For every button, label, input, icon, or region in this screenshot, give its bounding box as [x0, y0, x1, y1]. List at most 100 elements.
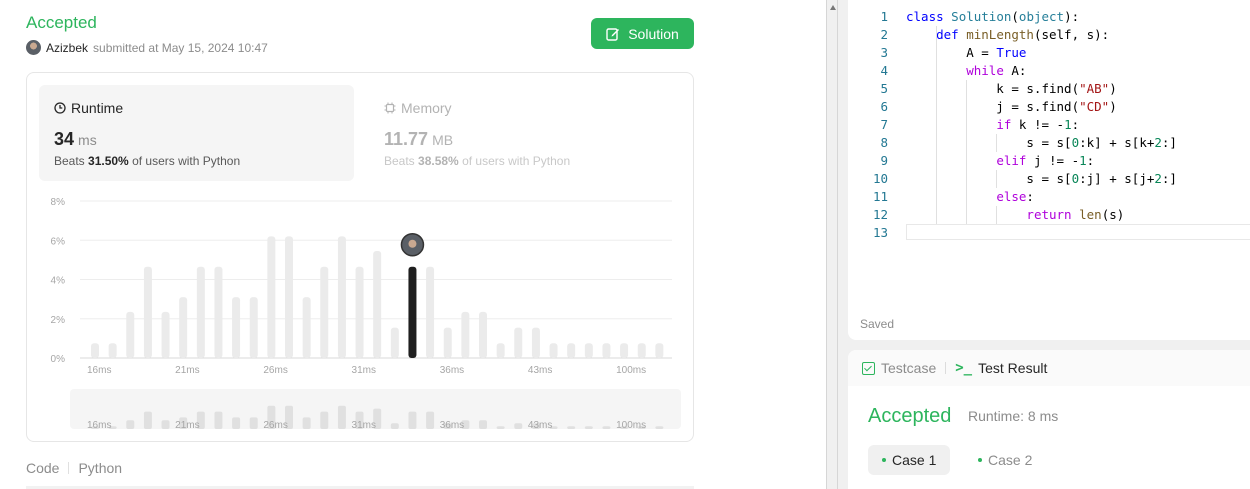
- pass-dot-icon: [882, 458, 886, 462]
- case-1-button[interactable]: Case 1: [868, 445, 951, 475]
- terminal-icon: >_: [955, 360, 973, 376]
- line-number: 2: [880, 27, 888, 42]
- result-runtime: Runtime: 8 ms: [968, 408, 1059, 424]
- mini-bar: [337, 405, 346, 429]
- mini-bar: [602, 426, 611, 429]
- chart-bar: [496, 343, 505, 358]
- chart-bar: [620, 343, 629, 358]
- chart-bar: [531, 327, 540, 358]
- x-tick-label: 43ms: [528, 365, 552, 376]
- line-number: 3: [880, 45, 888, 60]
- tab-test-result[interactable]: >_ Test Result: [955, 360, 1047, 376]
- line-text: A = True: [906, 45, 1027, 60]
- chart-bar: [196, 266, 205, 358]
- line-number: 7: [880, 117, 888, 132]
- indent-guide: [936, 26, 937, 224]
- solution-button-label: Solution: [628, 25, 679, 42]
- line-number: 9: [880, 153, 888, 168]
- chart-bar: [161, 311, 170, 358]
- x-tick-label: 31ms: [352, 365, 376, 376]
- code-tabs: Code Python: [26, 460, 122, 476]
- mini-bar: [390, 423, 399, 429]
- mini-x-tick-label: 16ms: [87, 420, 111, 431]
- mini-bar: [655, 426, 664, 429]
- chart-bar: [214, 266, 223, 358]
- chart-bar: [514, 327, 523, 358]
- tab-python[interactable]: Python: [78, 460, 122, 476]
- y-tick-label: 4%: [51, 276, 66, 287]
- result-status: Accepted: [868, 405, 952, 427]
- tab-separator: [945, 362, 947, 374]
- mini-bar: [320, 411, 329, 429]
- chart-bar: [637, 343, 646, 358]
- performance-card: Runtime 34 ms Beats 31.50% of users with …: [26, 72, 694, 442]
- x-tick-label: 21ms: [175, 365, 199, 376]
- line-text: else:: [996, 189, 1034, 204]
- y-tick-label: 0%: [51, 354, 66, 365]
- line-text: s = s[0:j] + s[j+2:]: [906, 171, 1177, 186]
- line-text: j = s.find("CD"): [906, 99, 1117, 114]
- solution-button[interactable]: Solution: [591, 18, 694, 49]
- submission-status: Accepted: [26, 13, 97, 32]
- case-2-label: Case 2: [988, 452, 1033, 468]
- tab-test-result-label: Test Result: [978, 360, 1048, 376]
- panel-resize-handle[interactable]: [826, 0, 838, 489]
- chart-bar: [373, 251, 382, 358]
- x-tick-label: 36ms: [440, 365, 464, 376]
- chart-bar: [143, 266, 152, 358]
- tab-code[interactable]: Code: [26, 460, 59, 476]
- mini-x-tick-label: 100ms: [616, 420, 646, 431]
- chart-bar: [355, 266, 364, 358]
- chart-bar: [126, 311, 135, 358]
- y-tick-label: 2%: [51, 315, 66, 326]
- line-number: 5: [880, 81, 888, 96]
- mini-bar: [567, 426, 576, 429]
- test-result-panel: Testcase >_ Test Result Accepted Runtime:…: [848, 350, 1250, 489]
- x-tick-label: 26ms: [263, 365, 287, 376]
- chart-bar: [567, 343, 576, 358]
- submitted-time: submitted at May 15, 2024 10:47: [93, 40, 268, 55]
- result-tabs: Testcase >_ Test Result: [848, 350, 1250, 386]
- chart-bar: [320, 266, 329, 358]
- line-number: 1: [880, 9, 888, 24]
- submitter-info: Azizbek submitted at May 15, 2024 10:47: [26, 40, 268, 55]
- chart-bar: [461, 311, 470, 358]
- highlighted-bar: [408, 266, 417, 358]
- indent-guide: [996, 206, 997, 224]
- chart-bar: [426, 266, 435, 358]
- chart-bar: [655, 343, 664, 358]
- code-editor[interactable]: 1 class Solution(object): 2 def minLength(…: [848, 0, 1250, 340]
- chart-bar: [390, 327, 399, 358]
- line-number: 6: [880, 99, 888, 114]
- line-text: class Solution(object):: [906, 9, 1080, 24]
- case-1-label: Case 1: [892, 452, 937, 468]
- mini-bar: [496, 426, 505, 429]
- mini-x-tick-label: 31ms: [352, 420, 376, 431]
- submission-panel: Accepted Azizbek submitted at May 15, 20…: [0, 0, 826, 489]
- current-line-highlight: [906, 224, 1250, 240]
- mini-bar: [408, 411, 417, 429]
- mini-bar: [514, 423, 523, 429]
- scroll-up-arrow-icon[interactable]: [830, 5, 836, 10]
- mini-x-tick-label: 36ms: [440, 420, 464, 431]
- indent-guide: [996, 134, 997, 152]
- line-text: s = s[0:k] + s[k+2:]: [906, 135, 1177, 150]
- tab-testcase[interactable]: Testcase: [862, 360, 936, 376]
- mini-bar: [214, 411, 223, 429]
- tab-testcase-label: Testcase: [881, 360, 937, 376]
- runtime-distribution-chart[interactable]: 8% 6% 4% 2% 0% 16ms 21ms 26ms 31ms 36ms 43ms 100ms 1…: [27, 73, 693, 441]
- chart-bar: [285, 236, 293, 358]
- mini-bar: [161, 420, 170, 429]
- x-tick-label: 100ms: [616, 365, 646, 376]
- chart-bar: [179, 297, 188, 358]
- case-2-button[interactable]: Case 2: [964, 445, 1046, 475]
- y-tick-label: 8%: [51, 197, 66, 208]
- chart-bar: [443, 327, 452, 358]
- chart-bar: [267, 236, 276, 358]
- indent-guide: [966, 80, 967, 224]
- user-avatar[interactable]: [26, 40, 41, 55]
- chart-bar: [302, 297, 311, 358]
- chart-bar: [602, 343, 611, 358]
- checkbox-icon: [862, 361, 875, 375]
- username[interactable]: Azizbek: [46, 41, 88, 55]
